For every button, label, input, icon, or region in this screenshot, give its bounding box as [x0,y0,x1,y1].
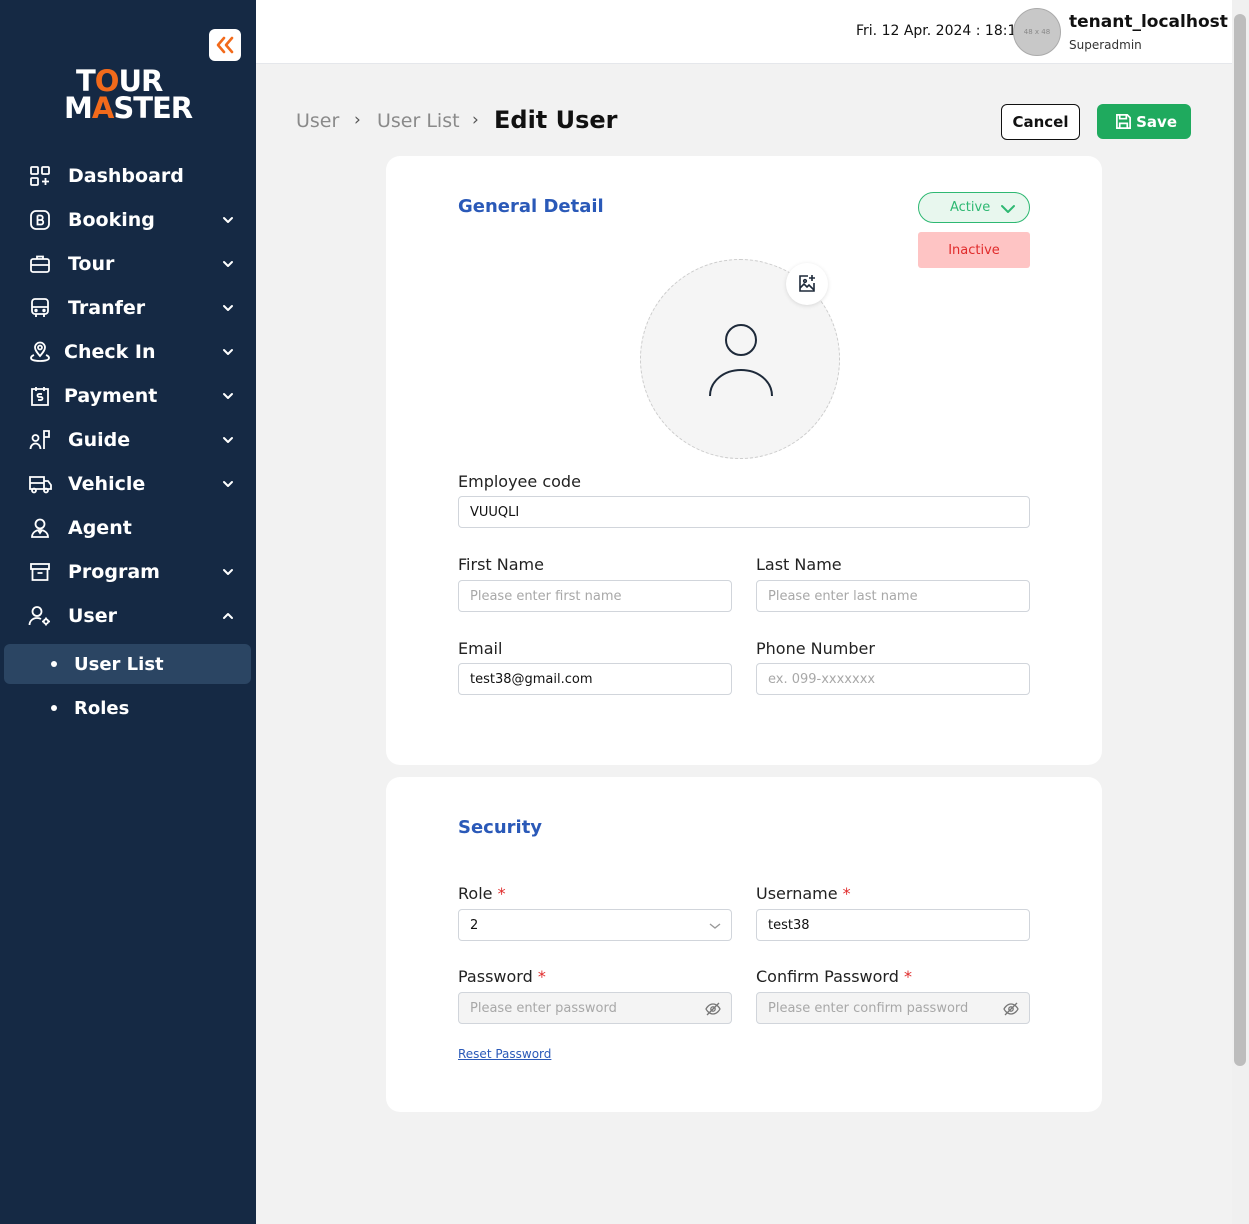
chevron-down-icon [223,393,233,399]
phone-number-input[interactable]: ex. 099-xxxxxxx [756,663,1030,695]
chevron-down-icon [223,569,233,575]
avatar[interactable]: 48 x 48 [1013,8,1061,56]
sidebar-item-tour[interactable]: Tour [0,242,256,286]
tenant-role: Superadmin [1069,38,1142,52]
status-dropdown[interactable]: Active [918,192,1030,223]
sidebar-item-booking[interactable]: Booking [0,198,256,242]
save-button[interactable]: Save [1097,104,1191,139]
general-detail-card: General Detail Active Inactive Employee … [386,156,1102,765]
sidebar-item-tranfer[interactable]: Tranfer [0,286,256,330]
eye-off-icon[interactable] [705,1001,721,1017]
bullet-dot [51,705,57,711]
breadcrumb-user[interactable]: User [296,110,339,132]
chevron-down-icon [1001,205,1015,213]
breadcrumb-chevron-icon: › [354,110,361,130]
role-select[interactable]: 2 [458,909,732,941]
cancel-button[interactable]: Cancel [1001,104,1080,140]
general-detail-title: General Detail [458,196,604,217]
dashboard-icon [28,164,52,188]
sidebar-item-check-in[interactable]: Check In [0,330,256,374]
sidebar-subitem-roles[interactable]: Roles [4,688,251,728]
confirm-password-input[interactable]: Please enter confirm password [756,992,1030,1024]
sidebar-item-user[interactable]: User [0,594,256,638]
booking-icon [28,208,52,232]
chevron-down-icon [223,349,233,355]
chevron-down-icon [223,305,233,311]
payment-receipt-icon [28,384,52,408]
location-pin-icon [28,340,52,364]
reset-password-link[interactable]: Reset Password [458,1047,551,1061]
bullet-dot [51,661,57,667]
security-title: Security [458,817,543,838]
chevron-down-icon [223,217,233,223]
page-scrollbar-thumb[interactable] [1234,14,1246,1066]
last-name-label: Last Name [756,555,842,574]
password-input[interactable]: Please enter password [458,992,732,1024]
bus-icon [28,296,52,320]
top-header: Fri. 12 Apr. 2024 : 18:13 48 x 48 tenant… [256,0,1232,64]
last-name-input[interactable]: Please enter last name [756,580,1030,612]
chevron-down-icon [223,437,233,443]
sidebar-item-payment[interactable]: Payment [0,374,256,418]
email-input[interactable]: test38@gmail.com [458,663,732,695]
employee-code-label: Employee code [458,472,581,491]
sidebar-item-agent[interactable]: Agent [0,506,256,550]
chevron-up-icon [223,613,233,619]
chevron-down-icon [223,481,233,487]
tour-master-logo: TOUR MASTER [64,64,193,125]
phone-number-label: Phone Number [756,639,875,658]
status-option-inactive[interactable]: Inactive [918,232,1030,268]
first-name-input[interactable]: Please enter first name [458,580,732,612]
vehicle-icon [28,472,52,496]
upload-photo-button[interactable] [786,263,828,305]
chevron-down-icon [223,261,233,267]
page-title: Edit User [494,106,618,134]
breadcrumb-chevron-icon: › [472,110,479,130]
sidebar-subitem-user-list[interactable]: User List [4,644,251,684]
breadcrumb-user-list[interactable]: User List [377,110,460,132]
agent-icon [28,516,52,540]
user-silhouette-icon [709,324,773,397]
security-card: Security Role * 2 Username * test38 Pass… [386,777,1102,1112]
username-label: Username * [756,884,851,903]
role-label: Role * [458,884,506,903]
first-name-label: First Name [458,555,544,574]
eye-off-icon[interactable] [1003,1001,1019,1017]
sidebar-item-vehicle[interactable]: Vehicle [0,462,256,506]
chevron-down-icon [709,923,721,929]
email-label: Email [458,639,503,658]
briefcase-icon [28,252,52,276]
sidebar: TOUR MASTER Dashboard Booking Tour Tranf… [0,0,256,1224]
sidebar-item-program[interactable]: Program [0,550,256,594]
sidebar-item-dashboard[interactable]: Dashboard [0,154,256,198]
username-input[interactable]: test38 [756,909,1030,941]
password-label: Password * [458,967,546,986]
current-datetime: Fri. 12 Apr. 2024 : 18:13 [856,23,1026,39]
user-settings-icon [28,604,52,628]
collapse-sidebar-button[interactable] [209,29,241,61]
image-add-icon [799,275,815,292]
floppy-disk-icon [1116,114,1131,129]
employee-code-input[interactable]: VUUQLI [458,496,1030,528]
sidebar-item-guide[interactable]: Guide [0,418,256,462]
confirm-password-label: Confirm Password * [756,967,912,986]
guide-flag-icon [28,428,52,452]
double-chevron-left-icon [216,36,234,54]
tenant-name: tenant_localhost [1069,12,1228,32]
archive-box-icon [28,560,52,584]
